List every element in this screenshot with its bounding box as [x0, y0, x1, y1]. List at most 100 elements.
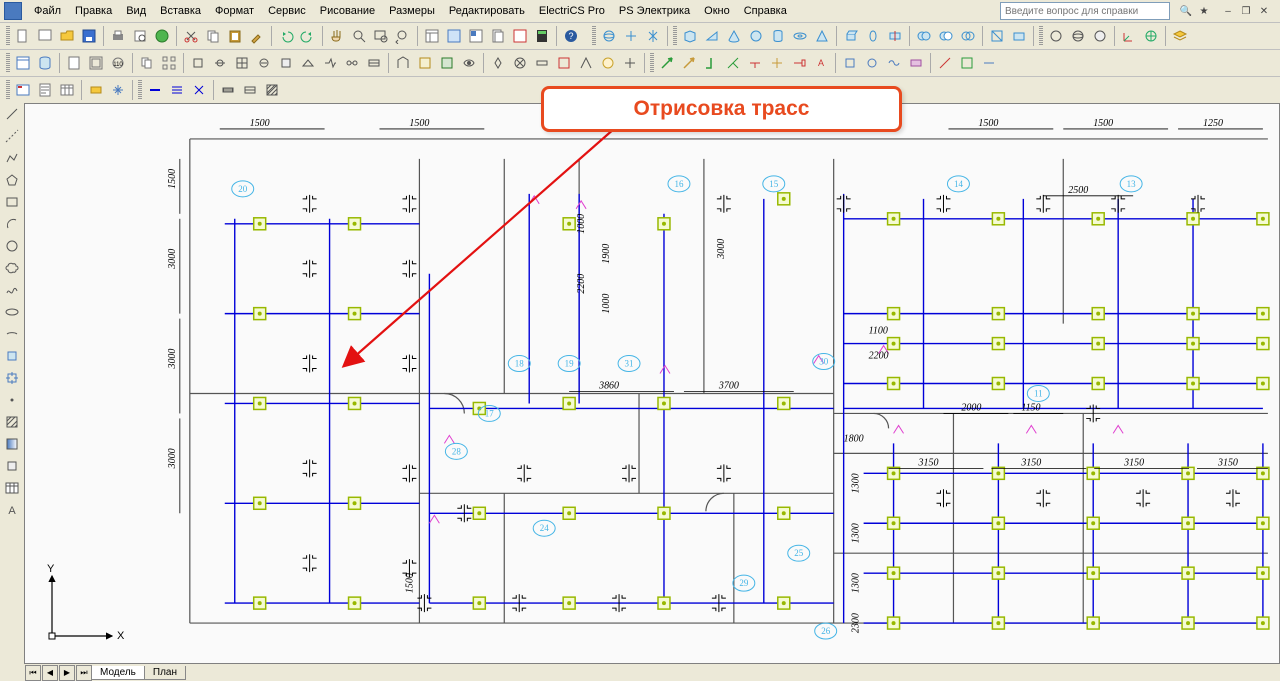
route-branch-icon[interactable]	[723, 53, 743, 73]
trace-hatch-icon[interactable]	[262, 80, 282, 100]
insert-block-icon[interactable]	[3, 347, 21, 365]
intersect-icon[interactable]	[958, 26, 978, 46]
close-icon[interactable]: ✕	[1258, 5, 1270, 17]
open-icon[interactable]	[57, 26, 77, 46]
xline-icon[interactable]	[3, 127, 21, 145]
point-icon[interactable]	[3, 391, 21, 409]
menu-help[interactable]: Справка	[738, 3, 793, 19]
tab-next-icon[interactable]: ▶	[59, 665, 75, 681]
route-arrow-icon[interactable]	[657, 53, 677, 73]
zoom-previous-icon[interactable]	[393, 26, 413, 46]
route-x-icon[interactable]	[767, 53, 787, 73]
quickcalc-icon[interactable]	[532, 26, 552, 46]
publish-icon[interactable]	[152, 26, 172, 46]
el-tool-icon[interactable]	[232, 53, 252, 73]
route-t-icon[interactable]	[745, 53, 765, 73]
el-tool-icon[interactable]	[188, 53, 208, 73]
drawing-viewport[interactable]: 1500 1500 1500 1500 1250 1500 3000 3000 …	[24, 103, 1280, 664]
spline-icon[interactable]	[3, 281, 21, 299]
el-tool-icon[interactable]	[532, 53, 552, 73]
el-tag-icon[interactable]: 110	[108, 53, 128, 73]
tab-model[interactable]: Модель	[91, 666, 145, 680]
el-dbase-icon[interactable]	[35, 53, 55, 73]
search-icon[interactable]: 🔍	[1180, 5, 1192, 17]
print-icon[interactable]	[108, 26, 128, 46]
el-legend-icon[interactable]	[13, 80, 33, 100]
tool-palettes-icon[interactable]	[466, 26, 486, 46]
trace-tray2-icon[interactable]	[240, 80, 260, 100]
3d-zoom-icon[interactable]	[643, 26, 663, 46]
save-icon[interactable]	[79, 26, 99, 46]
arc-icon[interactable]	[3, 215, 21, 233]
tab-prev-icon[interactable]: ◀	[42, 665, 58, 681]
revolve-icon[interactable]	[863, 26, 883, 46]
el-tool-icon[interactable]	[276, 53, 296, 73]
el-tool-icon[interactable]	[576, 53, 596, 73]
route-misc-icon[interactable]	[840, 53, 860, 73]
3dorbit-icon[interactable]	[599, 26, 619, 46]
new-icon[interactable]	[13, 26, 33, 46]
wedge-icon[interactable]	[702, 26, 722, 46]
tab-plan[interactable]: План	[144, 666, 186, 680]
el-tool-icon[interactable]	[254, 53, 274, 73]
minimize-icon[interactable]: –	[1222, 5, 1234, 17]
tab-last-icon[interactable]: ⏭	[76, 665, 92, 681]
cylinder-icon[interactable]	[768, 26, 788, 46]
el-tool-icon[interactable]	[320, 53, 340, 73]
route-arrow-2-icon[interactable]	[679, 53, 699, 73]
section-plane-icon[interactable]	[987, 26, 1007, 46]
el-tool-icon[interactable]	[298, 53, 318, 73]
el-copy-icon[interactable]	[137, 53, 157, 73]
make-block-icon[interactable]	[3, 369, 21, 387]
region-icon[interactable]	[3, 457, 21, 475]
route-end-icon[interactable]	[789, 53, 809, 73]
menu-format[interactable]: Формат	[209, 3, 260, 19]
preview-icon[interactable]	[130, 26, 150, 46]
layer-icon[interactable]	[1170, 26, 1190, 46]
el-tool-icon[interactable]	[488, 53, 508, 73]
route-misc-icon[interactable]	[935, 53, 955, 73]
help-search-input[interactable]	[1000, 2, 1170, 20]
redo-icon[interactable]	[298, 26, 318, 46]
pan-icon[interactable]	[327, 26, 347, 46]
subtract-icon[interactable]	[936, 26, 956, 46]
route-label-icon[interactable]: A	[811, 53, 831, 73]
menu-dimension[interactable]: Размеры	[383, 3, 441, 19]
gradient-icon[interactable]	[3, 435, 21, 453]
mtext-icon[interactable]: A	[3, 501, 21, 519]
line-icon[interactable]	[3, 105, 21, 123]
route-bend-icon[interactable]	[701, 53, 721, 73]
ellipse-icon[interactable]	[3, 303, 21, 321]
cut-icon[interactable]	[181, 26, 201, 46]
el-tool-icon[interactable]	[210, 53, 230, 73]
menu-edit[interactable]: Правка	[69, 3, 118, 19]
visual-style-3dwire-icon[interactable]	[1068, 26, 1088, 46]
el-tool-icon[interactable]	[459, 53, 479, 73]
hatch-icon[interactable]	[3, 413, 21, 431]
torus-icon[interactable]	[790, 26, 810, 46]
menu-file[interactable]: Файл	[28, 3, 67, 19]
el-array-icon[interactable]	[159, 53, 179, 73]
menu-draw[interactable]: Рисование	[314, 3, 381, 19]
trace-line-icon[interactable]	[145, 80, 165, 100]
route-misc-icon[interactable]	[906, 53, 926, 73]
el-tool-icon[interactable]	[510, 53, 530, 73]
el-tool-icon[interactable]	[620, 53, 640, 73]
el-tool-icon[interactable]	[554, 53, 574, 73]
polyline-icon[interactable]	[3, 149, 21, 167]
el-tool-icon[interactable]	[437, 53, 457, 73]
route-misc-icon[interactable]	[862, 53, 882, 73]
menu-modify[interactable]: Редактировать	[443, 3, 531, 19]
box-icon[interactable]	[680, 26, 700, 46]
route-misc-icon[interactable]	[957, 53, 977, 73]
trace-cross-icon[interactable]	[189, 80, 209, 100]
ucs-icon[interactable]	[1119, 26, 1139, 46]
el-tool-icon[interactable]	[598, 53, 618, 73]
sheet-set-icon[interactable]	[488, 26, 508, 46]
tab-first-icon[interactable]: ⏮	[25, 665, 41, 681]
el-sheet-icon[interactable]	[64, 53, 84, 73]
slice-icon[interactable]	[885, 26, 905, 46]
el-layer-icon[interactable]	[86, 80, 106, 100]
favorite-icon[interactable]: ★	[1198, 5, 1210, 17]
match-properties-icon[interactable]	[247, 26, 267, 46]
